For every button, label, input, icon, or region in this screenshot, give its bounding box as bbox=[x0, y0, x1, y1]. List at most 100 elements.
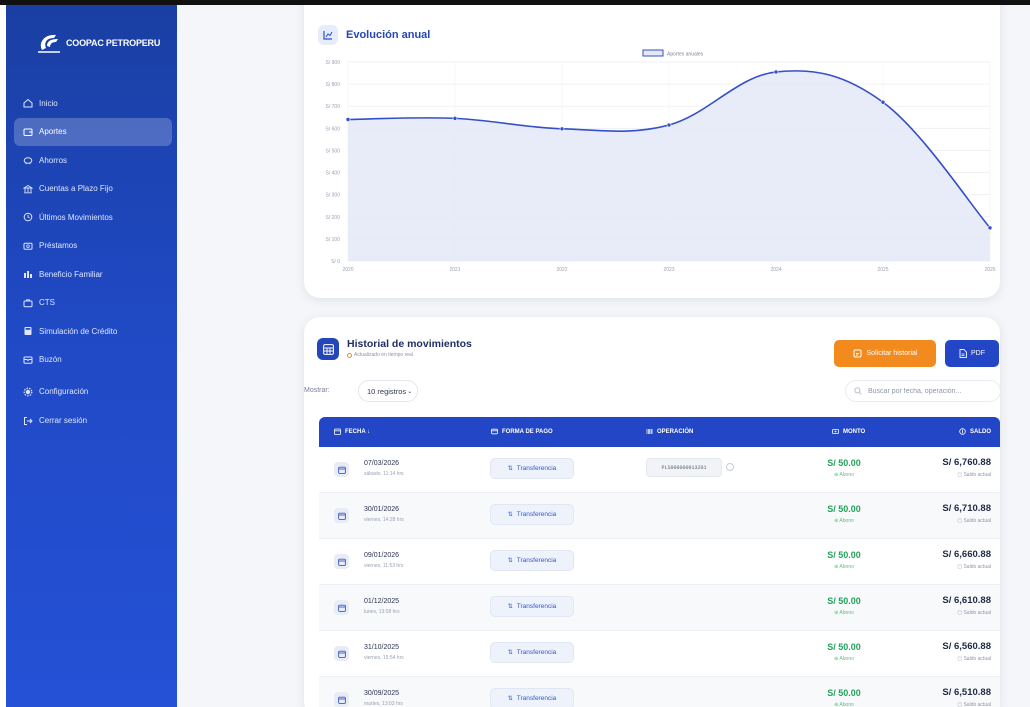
table-row[interactable]: 31/10/2025 viernes, 15:54 hrs ⇅ Transferenc… bbox=[319, 631, 1000, 677]
table-row[interactable]: 09/01/2026 viernes, 11:53 hrs ⇅ Transferenc… bbox=[319, 539, 1000, 585]
x-tick-label: 2024 bbox=[770, 267, 781, 273]
calendar-icon bbox=[334, 600, 349, 615]
table-row[interactable]: 30/01/2026 viernes, 14:28 hrs ⇅ Transferenc… bbox=[319, 493, 1000, 539]
table-header: FECHA ↓ FORMA DE PAGO OPERACIÓN MONTO SA… bbox=[319, 417, 1000, 447]
x-tick-label: 2026 bbox=[984, 267, 995, 273]
column-amount-label: MONTO bbox=[843, 428, 866, 435]
column-balance[interactable]: SALDO bbox=[959, 428, 991, 435]
y-tick-label: S/ 0 bbox=[331, 259, 340, 265]
data-point-2021 bbox=[452, 116, 458, 121]
payment-method-badge: ⇅ Transferencia bbox=[490, 550, 574, 571]
row-amount-type-label: Abono bbox=[839, 656, 854, 662]
calendar-icon bbox=[334, 554, 349, 569]
data-point-2023 bbox=[666, 122, 672, 128]
barcode-icon bbox=[646, 429, 653, 434]
bank-icon bbox=[22, 183, 33, 194]
sidebar-item-cuentas-a-plazo-fijo[interactable]: Cuentas a Plazo Fijo bbox=[14, 175, 172, 203]
row-amount-type-label: Abono bbox=[839, 518, 854, 524]
sidebar-item-cerrar-sesion[interactable]: Cerrar sesión bbox=[14, 407, 172, 435]
payment-method-badge: ⇅ Transferencia bbox=[490, 458, 574, 479]
wallet-icon bbox=[22, 126, 33, 137]
column-operation[interactable]: OPERACIÓN bbox=[646, 428, 693, 435]
row-date: 01/12/2025 bbox=[364, 598, 400, 605]
sidebar-item-cts[interactable]: CTS bbox=[14, 289, 172, 317]
search-box[interactable] bbox=[845, 380, 1001, 402]
sidebar-item-beneficio-familiar[interactable]: Beneficio Familiar bbox=[14, 260, 172, 288]
table-body: 07/03/2026 sábado, 11:14 hrs ⇅ Transferenci… bbox=[319, 447, 1000, 707]
movement-history-card: Historial de movimientos Actualizado en … bbox=[304, 317, 1001, 707]
column-date-label: FECHA ↓ bbox=[345, 428, 371, 435]
request-history-label: Solicitar historial bbox=[866, 350, 918, 357]
annual-evolution-card: Evolución anual S/ 0 S/ 100 S/ 200 S/ 300 S/… bbox=[304, 5, 1000, 298]
family-icon bbox=[22, 269, 33, 280]
row-amount-type-label: Abono bbox=[839, 610, 854, 616]
transfer-icon: ⇅ bbox=[507, 558, 513, 564]
table-row[interactable]: 07/03/2026 sábado, 11:14 hrs ⇅ Transferenci… bbox=[319, 447, 1000, 493]
payment-method-label: Transferencia bbox=[516, 603, 557, 610]
y-tick-label: S/ 800 bbox=[326, 82, 341, 88]
x-tick-label: 2020 bbox=[342, 267, 353, 273]
history-title: Historial de movimientos bbox=[347, 338, 472, 350]
payment-method-badge: ⇅ Transferencia bbox=[490, 504, 574, 525]
column-payment[interactable]: FORMA DE PAGO bbox=[491, 428, 553, 435]
row-balance: S/ 6,660.88 bbox=[942, 549, 991, 560]
y-tick-label: S/ 400 bbox=[326, 171, 341, 177]
row-time: lunes, 13:08 hrs bbox=[364, 609, 400, 615]
sidebar-item-inicio[interactable]: Inicio bbox=[14, 89, 172, 117]
row-date: 30/01/2026 bbox=[364, 506, 400, 513]
search-icon bbox=[854, 387, 862, 395]
calendar-icon bbox=[334, 508, 349, 523]
row-amount: S/ 50.00 bbox=[827, 642, 861, 652]
y-tick-label: S/ 300 bbox=[326, 193, 341, 199]
request-history-button[interactable]: Solicitar historial bbox=[834, 340, 936, 367]
column-amount[interactable]: MONTO bbox=[832, 428, 865, 435]
row-balance-note-label: Saldo actual bbox=[963, 564, 991, 570]
sidebar-item-configuracion[interactable]: Configuración bbox=[14, 378, 172, 406]
loan-icon bbox=[22, 240, 33, 251]
row-date: 07/03/2026 bbox=[364, 460, 400, 467]
sidebar-item-prestamos[interactable]: Préstamos bbox=[14, 232, 172, 260]
payment-method-label: Transferencia bbox=[516, 649, 557, 656]
mailbox-icon bbox=[22, 354, 33, 365]
row-balance-note-label: Saldo actual bbox=[963, 656, 991, 662]
row-date: 09/01/2026 bbox=[364, 552, 400, 559]
chevron-down-icon: ⌄ bbox=[407, 388, 413, 395]
x-tick-label: 2023 bbox=[663, 267, 674, 273]
row-balance-note-label: Saldo actual bbox=[963, 610, 991, 616]
search-input[interactable] bbox=[868, 387, 988, 395]
column-operation-label: OPERACIÓN bbox=[657, 428, 694, 435]
row-balance-note-label: Saldo actual bbox=[963, 702, 991, 707]
legend-label: Aportes anuales bbox=[667, 52, 704, 58]
sidebar-item-ultimos-movimientos[interactable]: Últimos Movimientos bbox=[14, 203, 172, 231]
sidebar-item-label: Inicio bbox=[39, 98, 58, 108]
money-icon bbox=[832, 429, 839, 434]
data-point-2026 bbox=[987, 225, 993, 231]
column-date[interactable]: FECHA ↓ bbox=[334, 428, 370, 435]
y-tick-label: S/ 500 bbox=[326, 148, 341, 154]
calendar-icon bbox=[334, 692, 349, 707]
sidebar-item-aportes[interactable]: Aportes bbox=[14, 117, 172, 146]
payment-method-label: Transferencia bbox=[516, 511, 557, 518]
row-amount-type: ⊕ Abono bbox=[834, 472, 854, 478]
history-subtitle: Actualizado en tiempo real bbox=[347, 352, 472, 358]
copy-icon[interactable] bbox=[726, 463, 734, 471]
logout-icon bbox=[22, 415, 33, 426]
row-amount-type: ⊕ Abono bbox=[834, 564, 854, 570]
logo[interactable]: COOPAC PETROPERU bbox=[36, 32, 160, 54]
row-time: viernes, 14:28 hrs bbox=[364, 517, 404, 523]
sidebar-item-label: Beneficio Familiar bbox=[39, 269, 103, 279]
sidebar-item-simulacion-de-credito[interactable]: Simulación de Crédito bbox=[14, 317, 172, 345]
y-tick-label: S/ 900 bbox=[326, 60, 341, 66]
pdf-button[interactable]: PDF bbox=[945, 340, 999, 367]
table-row[interactable]: 30/09/2025 martes, 13:03 hrs ⇅ Transferenci… bbox=[319, 677, 1000, 707]
row-date: 31/10/2025 bbox=[364, 644, 400, 651]
table-row[interactable]: 01/12/2025 lunes, 13:08 hrs ⇅ Transferencia… bbox=[319, 585, 1000, 631]
sidebar-item-label: CTS bbox=[39, 298, 55, 307]
sidebar-item-buzon[interactable]: Buzón bbox=[14, 346, 172, 374]
table-icon bbox=[317, 338, 339, 360]
show-entries-select[interactable]: 10 registros ⌄ bbox=[358, 380, 418, 402]
balance-icon bbox=[959, 428, 966, 435]
row-amount-type: ⊕ Abono bbox=[834, 702, 854, 707]
sidebar-item-ahorros[interactable]: Ahorros bbox=[14, 146, 172, 174]
show-entries-label: Mostrar: bbox=[304, 387, 330, 394]
